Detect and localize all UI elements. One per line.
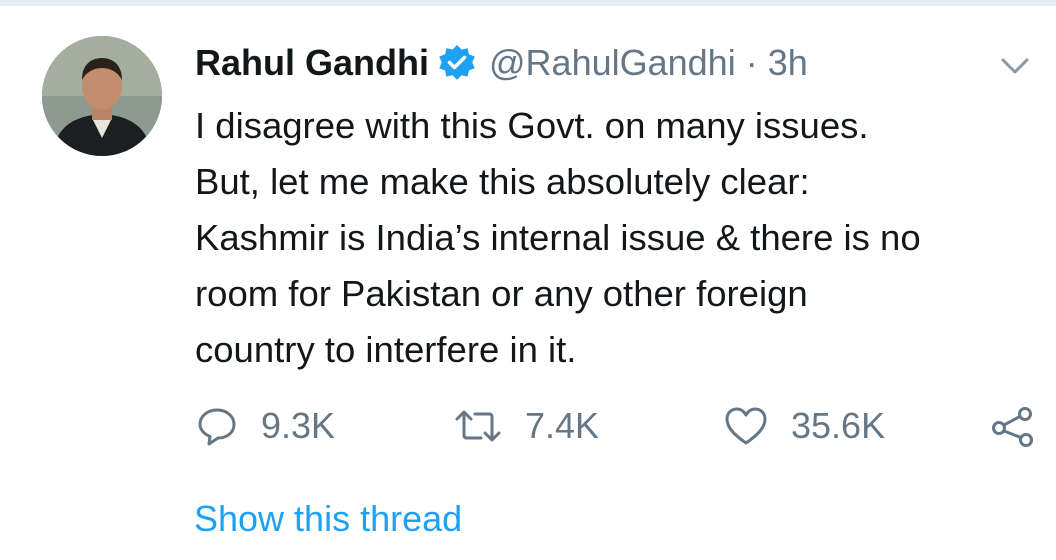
tweet-text-line: I disagree with this Govt. on many issue… <box>195 105 869 146</box>
avatar-image <box>42 36 162 156</box>
tweet-timestamp[interactable]: 3h <box>768 42 808 84</box>
retweet-count: 7.4K <box>525 405 600 446</box>
like-count: 35.6K <box>791 405 886 446</box>
heart-icon <box>723 404 769 448</box>
author-name[interactable]: Rahul Gandhi <box>195 42 429 84</box>
tweet-text-line: room for Pakistan or any other foreign <box>195 273 808 314</box>
avatar[interactable] <box>42 36 162 156</box>
tweet-text-line: Kashmir is India’s internal issue & ther… <box>195 217 921 258</box>
reply-icon <box>195 404 239 448</box>
author-handle[interactable]: @RahulGandhi <box>489 42 736 84</box>
like-button[interactable]: 35.6K <box>723 398 885 454</box>
tweet-text-line: country to interfere in it. <box>195 329 577 370</box>
tweet-text: I disagree with this Govt. on many issue… <box>195 98 1035 378</box>
show-thread-link[interactable]: Show this thread <box>194 498 462 540</box>
retweet-icon <box>453 404 503 448</box>
header-separator: · <box>745 42 758 83</box>
reply-count: 9.3K <box>261 405 336 446</box>
verified-badge-icon <box>437 43 477 83</box>
chevron-down-icon[interactable] <box>995 46 1035 86</box>
share-icon <box>990 404 1036 448</box>
retweet-button[interactable]: 7.4K <box>453 398 599 454</box>
share-button[interactable] <box>990 398 1036 454</box>
reply-button[interactable]: 9.3K <box>195 398 335 454</box>
tweet-actions: 9.3K 7.4K 35.6K <box>195 398 1040 454</box>
top-divider <box>0 0 1056 6</box>
tweet-text-line: But, let me make this absolutely clear: <box>195 161 810 202</box>
tweet-header: Rahul Gandhi @RahulGandhi · 3h <box>195 38 955 88</box>
